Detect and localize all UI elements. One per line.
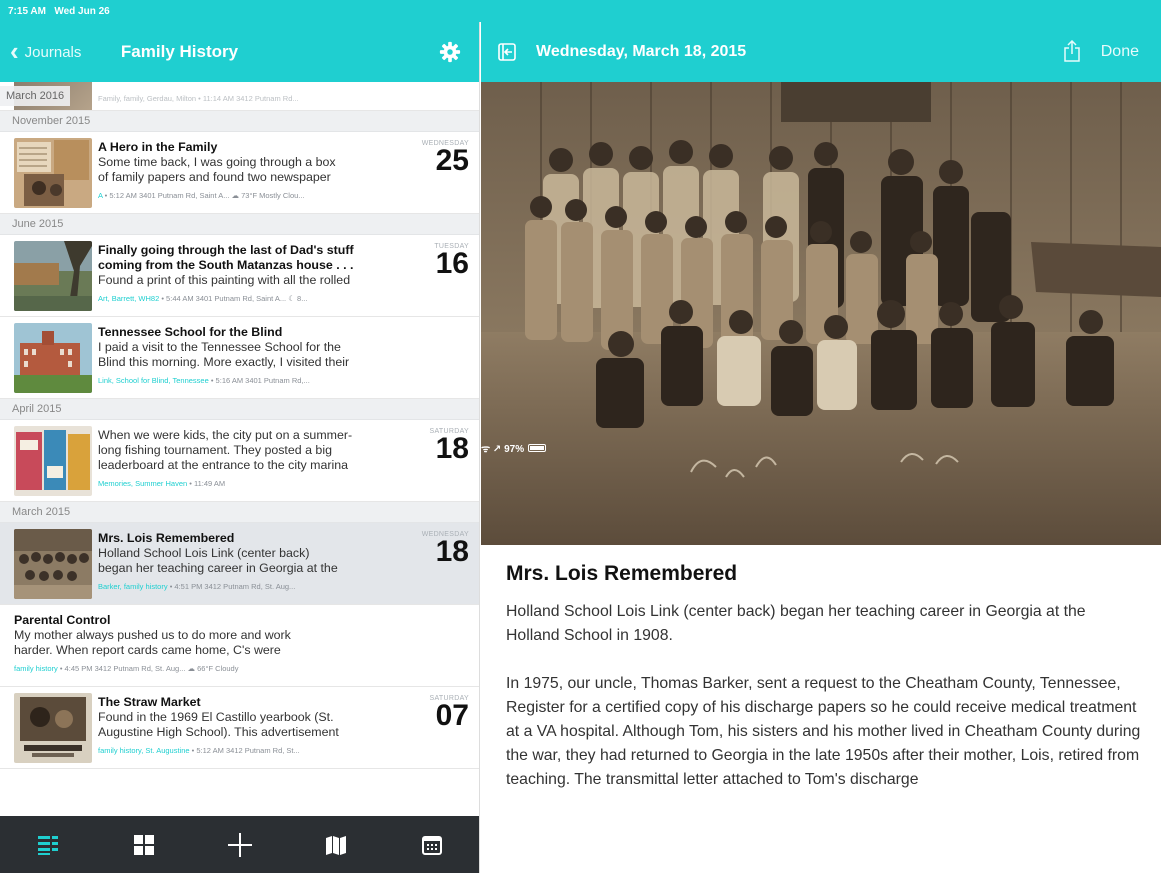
entry-thumbnail [14,529,92,599]
entry-list[interactable]: March 2016 Family, family, Gerdau, Milto… [0,82,479,816]
entry-snippet: leaderboard at the entrance to the city … [98,458,349,472]
calendar-view-button[interactable] [402,825,462,865]
entry-snippet: I paid a visit to the Tennessee School f… [98,340,341,354]
left-nav-bar: ‹ Journals Family History [0,22,479,82]
entry-thumbnail [14,241,92,311]
entry-thumbnail [14,426,92,496]
entry-date: WEDNESDAY 25 [421,140,469,177]
entry-snippet: Blind this morning. More exactly, I visi… [98,355,350,369]
entry-snippet: Found in the 1969 El Castillo yearbook (… [98,710,334,724]
section-header: March 2016 [0,86,71,106]
map-view-button[interactable] [306,825,366,865]
entry-meta: family history, St. Augustine • 5:12 AM … [98,746,300,755]
entry-thumbnail [14,138,92,208]
entry-snippet: Augustine High School). This advertiseme… [98,725,339,739]
entry-title: Tennessee School for the Blind [98,325,283,339]
status-bar: 7:15 AM Wed Jun 26 ᯤ ↗ 97% [0,0,1161,455]
entry-snippet: long fishing tournament. They posted a b… [98,443,332,457]
entry-snippet: Some time back, I was going through a bo… [98,155,336,169]
entry-snippet: Found a print of this painting with all … [98,273,351,287]
entry-date: SATURDAY 07 [429,695,469,732]
entry-meta: Art, Barrett, WH82 • 5:44 AM 3401 Putnam… [98,294,308,303]
status-time-date: 7:15 AM Wed Jun 26 [8,6,110,17]
list-view-button[interactable] [18,825,78,865]
list-item[interactable]: Parental Control My mother always pushed… [0,605,479,687]
entry-title: The Straw Market [98,695,201,709]
entry-meta: Barker, family history • 4:51 PM 3412 Pu… [98,582,296,591]
entry-meta: Family, family, Gerdau, Milton • 11:14 A… [98,94,299,103]
list-item[interactable]: When we were kids, the city put on a sum… [0,420,479,502]
plus-icon [228,832,252,857]
entry-date: TUESDAY 16 [434,243,469,280]
entry-snippet: Holland School Lois Link (center back) [98,546,310,560]
battery-icon [528,443,547,452]
grid-icon [134,834,154,855]
list-item-partial[interactable]: March 2016 Family, family, Gerdau, Milto… [0,82,479,111]
entry-title: A Hero in the Family [98,140,218,154]
entry-snippet: of family papers and found two newspaper [98,170,331,184]
entry-thumbnail [14,323,92,393]
calendar-icon [422,835,442,855]
entry-title: Mrs. Lois Remembered [98,531,235,545]
entry-snippet: harder. When report cards came home, C's… [14,643,281,657]
status-date: Wed Jun 26 [54,5,110,17]
entry-meta: A • 5:12 AM 3401 Putnam Rd, Saint A... ☁… [98,191,305,200]
grid-view-button[interactable] [114,825,174,865]
entry-snippet: When we were kids, the city put on a sum… [98,428,353,442]
list-item[interactable]: Tennessee School for the Blind I paid a … [0,317,479,399]
list-item[interactable]: Finally going through the last of Dad's … [0,235,479,317]
entry-title-line2: coming from the South Matanzas house . .… [98,258,354,272]
journal-title: Family History [120,42,239,61]
entry-meta: Link, School for Blind, Tennessee • 5:16… [98,376,310,385]
list-item-selected[interactable]: Mrs. Lois Remembered Holland School Lois… [0,523,479,605]
section-header: March 2015 [0,502,479,523]
entry-title: Finally going through the last of Dad's … [98,243,354,257]
list-item[interactable]: A Hero in the Family Some time back, I w… [0,132,479,214]
section-header: November 2015 [0,111,479,132]
list-view-icon [38,835,58,855]
section-header: April 2015 [0,399,479,420]
gear-icon[interactable] [439,41,461,63]
entry-title: Parental Control [14,613,111,627]
status-indicators: ᯤ ↗ 97% [481,22,1161,873]
status-signal: ᯤ ↗ 97% [481,443,525,455]
section-header: June 2015 [0,214,479,235]
map-icon [326,835,346,855]
journal-list-pane: ‹ Journals Family History March 2016 Fam… [0,22,480,873]
entry-snippet: began her teaching career in Georgia at … [98,561,338,575]
list-item[interactable]: The Straw Market Found in the 1969 El Ca… [0,687,479,769]
entry-date: WEDNESDAY 18 [421,531,469,568]
bottom-toolbar [0,816,479,873]
entry-meta: family history • 4:45 PM 3412 Putnam Rd,… [14,664,239,673]
add-entry-button[interactable] [210,825,270,865]
entry-thumbnail [14,693,92,763]
entry-meta: Memories, Summer Haven • 11:49 AM [98,479,226,488]
entry-snippet: My mother always pushed us to do more an… [14,628,291,642]
status-time: 7:15 AM [8,5,46,17]
entry-date: SATURDAY 18 [429,428,469,465]
